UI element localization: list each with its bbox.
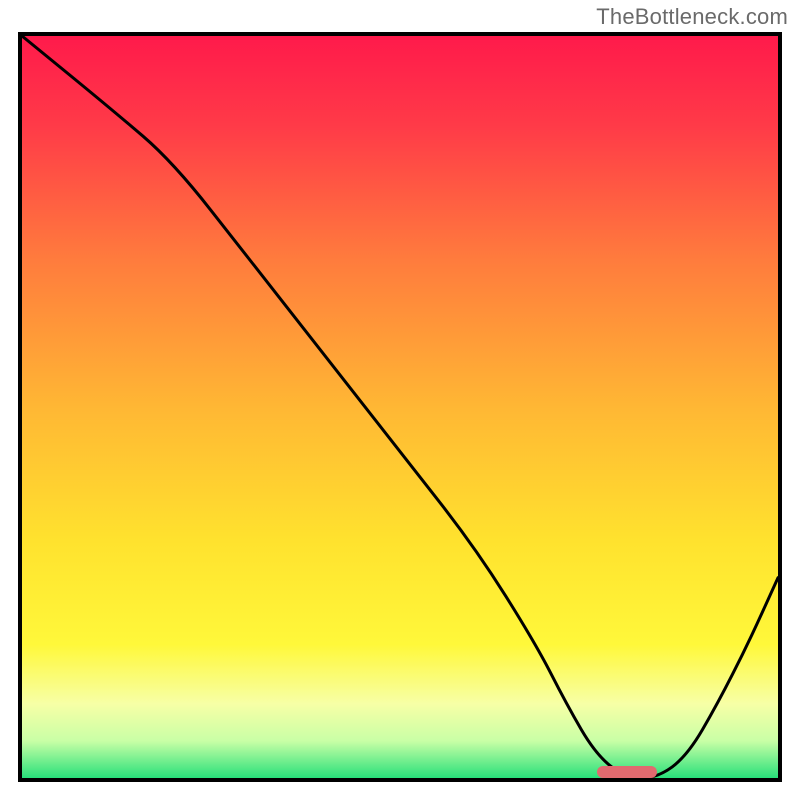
watermark-text: TheBottleneck.com xyxy=(596,4,788,30)
plot-area xyxy=(18,32,782,782)
chart-container: TheBottleneck.com xyxy=(0,0,800,800)
bottleneck-curve xyxy=(22,36,778,778)
optimal-range-marker xyxy=(597,766,657,778)
